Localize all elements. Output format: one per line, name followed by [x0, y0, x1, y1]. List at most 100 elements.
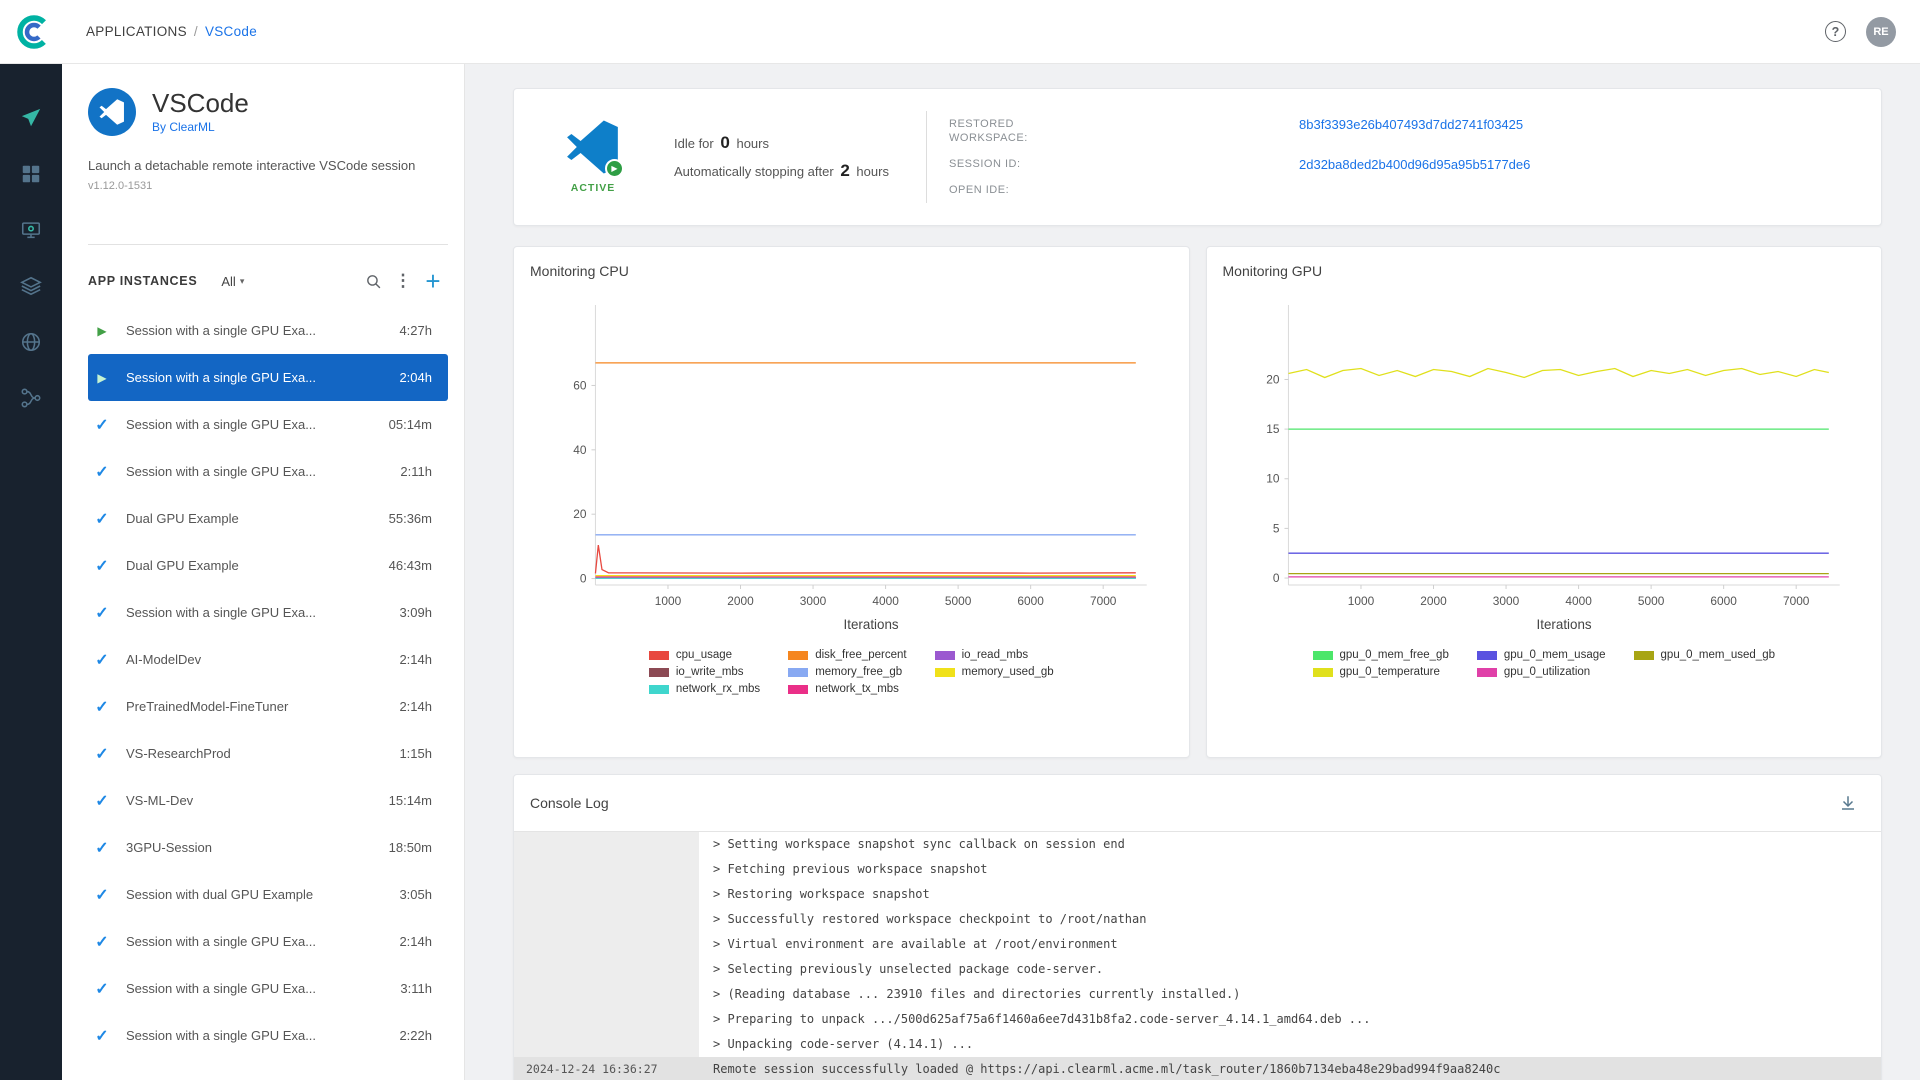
instance-duration: 2:14h	[399, 934, 432, 949]
autostop-hours-value: 2	[840, 161, 850, 180]
help-icon[interactable]: ?	[1825, 21, 1846, 42]
legend-item[interactable]: network_tx_mbs	[788, 683, 906, 695]
legend-label: io_write_mbs	[675, 666, 744, 678]
instance-name: Session with a single GPU Exa...	[126, 981, 317, 996]
instance-name: VS-ResearchProd	[126, 746, 231, 761]
search-button[interactable]	[358, 266, 388, 296]
play-icon: ▶	[97, 323, 107, 338]
nav-reports[interactable]	[0, 314, 62, 370]
field-value[interactable]: 8b3f3393e26b407493d7dd2741f03425	[1299, 117, 1530, 132]
chevron-down-icon: ▾	[239, 275, 245, 286]
monitoring-cpu-chart[interactable]: 1000 2000 3000 4000 5000 6000 7000 0 20 40 60 Itera…	[530, 285, 1173, 645]
breadcrumb-page[interactable]: VSCode	[205, 24, 257, 39]
breadcrumb-section[interactable]: APPLICATIONS	[86, 24, 187, 39]
legend-label: cpu_usage	[675, 649, 733, 661]
check-icon: ✓	[95, 980, 109, 998]
instance-duration: 2:14h	[399, 652, 432, 667]
legend-item[interactable]: gpu_0_temperature	[1312, 666, 1449, 678]
log-message: > Restoring workspace snapshot	[713, 887, 930, 901]
app-instance-row[interactable]: ✓ Dual GPU Example 55:36m	[88, 495, 448, 542]
legend-item[interactable]: gpu_0_mem_free_gb	[1312, 649, 1449, 661]
instance-name: Dual GPU Example	[126, 511, 239, 526]
instance-duration: 4:27h	[399, 323, 432, 338]
log-message: > Successfully restored workspace checkp…	[713, 912, 1147, 926]
check-icon: ✓	[95, 886, 109, 904]
field-value[interactable]: 2d32ba8ded2b400d96d95a95b5177de6	[1299, 157, 1530, 172]
console-log-body[interactable]: > Setting workspace snapshot sync callba…	[514, 831, 1881, 1080]
legend-swatch	[648, 684, 669, 694]
instances-filter-dropdown[interactable]: All ▾	[221, 274, 244, 289]
app-instance-row[interactable]: ▶ Session with a single GPU Exa... 2:04h	[88, 354, 448, 401]
nav-projects[interactable]	[0, 146, 62, 202]
app-instance-row[interactable]: ✓ PreTrainedModel-FineTuner 2:14h	[88, 683, 448, 730]
log-timestamp	[514, 907, 699, 932]
log-message: > Preparing to unpack .../500d625af75a6f…	[713, 1012, 1371, 1026]
legend-swatch	[1312, 667, 1333, 677]
svg-text:4000: 4000	[1565, 594, 1592, 608]
app-instance-row[interactable]: ✓ Session with a single GPU Exa... 2:14h	[88, 918, 448, 965]
log-message: > Setting workspace snapshot sync callba…	[713, 837, 1125, 851]
svg-text:20: 20	[573, 507, 587, 521]
log-message: Remote session successfully loaded @ htt…	[699, 1057, 1881, 1080]
nav-workers[interactable]	[0, 202, 62, 258]
app-instance-row[interactable]: ✓ VS-ML-Dev 15:14m	[88, 777, 448, 824]
download-log-button[interactable]	[1839, 794, 1857, 812]
svg-text:Iterations: Iterations	[844, 617, 899, 632]
app-instance-row[interactable]: ▶ Session with a single GPU Exa... 4:27h	[88, 307, 448, 354]
app-instance-row[interactable]: ✓ Session with a single GPU Exa... 3:11h	[88, 965, 448, 1012]
legend-item[interactable]: disk_free_percent	[788, 649, 907, 661]
app-instance-row[interactable]: ✓ Session with a single GPU Exa... 2:11h	[88, 448, 448, 495]
legend-item[interactable]: gpu_0_mem_used_gb	[1633, 649, 1775, 661]
add-instance-button[interactable]: +	[418, 266, 448, 296]
legend-item[interactable]: io_write_mbs	[648, 666, 760, 678]
nav-datasets[interactable]	[0, 258, 62, 314]
field-label: RESTORED WORKSPACE:	[949, 118, 1028, 145]
console-log-row: > Setting workspace snapshot sync callba…	[514, 832, 1881, 857]
legend-item[interactable]: network_rx_mbs	[648, 683, 760, 695]
app-byline[interactable]: By ClearML	[152, 120, 249, 134]
legend-item[interactable]: gpu_0_utilization	[1476, 666, 1606, 678]
app-instance-row[interactable]: ✓ Session with dual GPU Example 3:05h	[88, 871, 448, 918]
nav-applications[interactable]	[0, 90, 62, 146]
more-options-icon[interactable]: ⋮	[388, 266, 418, 296]
nav-pipelines[interactable]	[0, 370, 62, 426]
console-log-row: > Unpacking code-server (4.14.1) ...	[514, 1032, 1881, 1057]
legend-label: memory_used_gb	[961, 666, 1054, 678]
app-instance-row[interactable]: ✓ 3GPU-Session 18:50m	[88, 824, 448, 871]
console-log-row: > Fetching previous workspace snapshot	[514, 857, 1881, 882]
app-instance-row[interactable]: ✓ Session with a single GPU Exa... 05:14m	[88, 401, 448, 448]
legend-label: disk_free_percent	[815, 649, 907, 661]
monitoring-gpu-chart[interactable]: 1000 2000 3000 4000 5000 6000 7000 0 5 10 15 20 Iter…	[1223, 285, 1866, 645]
app-instance-row[interactable]: ✓ VS-ResearchProd 1:15h	[88, 730, 448, 777]
legend-item[interactable]: memory_free_gb	[788, 666, 906, 678]
legend-item[interactable]: cpu_usage	[648, 649, 760, 661]
legend-item[interactable]: io_read_mbs	[934, 649, 1054, 661]
legend-item[interactable]: memory_used_gb	[934, 666, 1054, 678]
instance-name: Session with a single GPU Exa...	[126, 1028, 317, 1043]
legend-swatch	[788, 667, 809, 677]
idle-prefix: Idle for	[674, 136, 714, 151]
clearml-logo-icon[interactable]	[12, 12, 56, 52]
app-instance-row[interactable]: ✓ Session with a single GPU Exa... 2:22h	[88, 1012, 448, 1059]
app-instance-row[interactable]: ✓ AI-ModelDev 2:14h	[88, 636, 448, 683]
svg-text:7000: 7000	[1782, 594, 1809, 608]
instance-name: Session with dual GPU Example	[126, 887, 314, 902]
svg-text:6000: 6000	[1710, 594, 1737, 608]
app-panel: VSCode By ClearML Launch a detachable re…	[62, 64, 465, 1080]
app-version: v1.12.0-1531	[88, 180, 153, 192]
app-instance-row[interactable]: ✓ Dual GPU Example 46:43m	[88, 542, 448, 589]
avatar[interactable]: RE	[1866, 16, 1896, 47]
instance-duration: 05:14m	[388, 417, 432, 432]
svg-text:6000: 6000	[1017, 594, 1044, 608]
app-instance-row[interactable]: ✓ Session with a single GPU Exa... 3:09h	[88, 589, 448, 636]
breadcrumb: APPLICATIONS / VSCode	[86, 24, 257, 39]
console-log-row: > Restoring workspace snapshot	[514, 882, 1881, 907]
console-log-row: > Selecting previously unselected packag…	[514, 957, 1881, 982]
svg-text:5000: 5000	[1637, 594, 1664, 608]
field-label: OPEN IDE:	[949, 183, 1010, 196]
legend-item[interactable]: gpu_0_mem_usage	[1476, 649, 1606, 661]
svg-text:5: 5	[1272, 521, 1279, 535]
legend-swatch	[648, 650, 669, 660]
gpu-chart-legend: gpu_0_mem_free_gb gpu_0_mem_usage gpu_0_me…	[1223, 649, 1866, 678]
legend-label: gpu_0_mem_used_gb	[1660, 649, 1775, 661]
